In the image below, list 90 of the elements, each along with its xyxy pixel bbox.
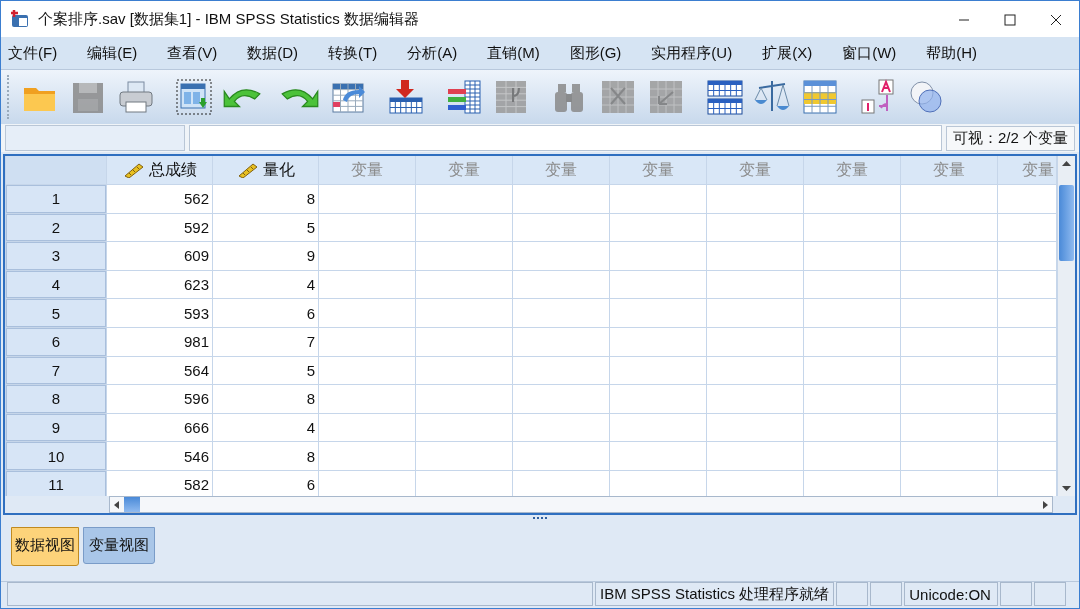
table-cell: 609 xyxy=(107,242,212,270)
table-cell: 5 xyxy=(213,356,318,385)
table-cell xyxy=(998,185,1056,213)
status-pane xyxy=(1000,582,1033,606)
view-tab[interactable]: 变量视图 xyxy=(83,527,155,564)
highlighted-table-icon xyxy=(801,78,839,116)
grid-cross-icon xyxy=(599,78,637,116)
table-cell: 5 xyxy=(213,213,318,242)
table-cell xyxy=(998,385,1056,413)
view-tab[interactable]: 数据视图 xyxy=(11,527,79,566)
visible-variables-count: 可视：2/2 个变量 xyxy=(945,125,1075,151)
two-tables-icon xyxy=(705,78,743,116)
row-number[interactable]: 10 xyxy=(6,442,106,470)
table-cell: 8 xyxy=(213,442,318,470)
table-cell: 592 xyxy=(107,213,212,242)
table-cell xyxy=(998,413,1056,442)
table-cell: 4 xyxy=(213,413,318,442)
menu-item[interactable]: 帮助(H) xyxy=(919,43,986,63)
menu-item[interactable]: 编辑(E) xyxy=(80,43,146,63)
cell-name-field[interactable] xyxy=(5,125,185,151)
table-cell: 593 xyxy=(107,299,212,327)
window-title: 个案排序.sav [数据集1] - IBM SPSS Statistics 数据编辑器 xyxy=(38,9,420,29)
status-pane xyxy=(870,582,903,606)
row-number[interactable]: 11 xyxy=(6,470,106,496)
menu-item[interactable]: 窗口(W) xyxy=(835,43,905,63)
menu-item[interactable]: 文件(F) xyxy=(1,43,66,63)
row-number[interactable]: 2 xyxy=(6,213,106,242)
overlapping-circles-icon xyxy=(907,78,945,116)
table-cell: 596 xyxy=(107,385,212,413)
menu-item[interactable]: 分析(A) xyxy=(400,43,466,63)
table-cell: 564 xyxy=(107,356,212,385)
menu-item[interactable]: 图形(G) xyxy=(562,43,630,63)
table-cell: 623 xyxy=(107,270,212,299)
table-cell xyxy=(998,242,1056,270)
row-number[interactable]: 6 xyxy=(6,327,106,356)
table-down-arrow-icon xyxy=(387,78,425,116)
column-header[interactable]: 总成绩 xyxy=(107,156,212,184)
table-cell xyxy=(998,356,1056,385)
horizontal-scrollbar[interactable] xyxy=(109,496,1053,513)
table-cell: 582 xyxy=(107,470,212,496)
table-cell: 546 xyxy=(107,442,212,470)
row-number[interactable]: 7 xyxy=(6,356,106,385)
unicode-status: Unicode:ON xyxy=(904,582,999,606)
scroll-thumb[interactable] xyxy=(124,497,140,512)
table-cell: 8 xyxy=(213,185,318,213)
menu-item[interactable]: 实用程序(U) xyxy=(644,43,741,63)
menu-item[interactable]: 直销(M) xyxy=(480,43,548,63)
table-bars-icon xyxy=(445,78,483,116)
ruler-icon xyxy=(236,162,259,178)
row-number[interactable]: 1 xyxy=(6,185,106,213)
table-cell xyxy=(998,213,1056,242)
status-pane xyxy=(836,582,869,606)
table-cell xyxy=(998,299,1056,327)
table-cell: 666 xyxy=(107,413,212,442)
row-number[interactable]: 4 xyxy=(6,270,106,299)
label-values-icon xyxy=(859,78,897,116)
row-number[interactable]: 3 xyxy=(6,242,106,270)
table-cell xyxy=(998,442,1056,470)
scroll-thumb[interactable] xyxy=(1059,185,1074,261)
table-cell: 4 xyxy=(213,270,318,299)
maximize-icon xyxy=(1004,13,1016,26)
status-pane xyxy=(1034,582,1067,606)
table-cell xyxy=(998,327,1056,356)
dialog-icon xyxy=(175,78,213,116)
row-number[interactable]: 8 xyxy=(6,385,106,413)
vertical-scrollbar[interactable] xyxy=(1057,156,1075,496)
redo-arrow-icon xyxy=(281,86,319,108)
table-cell: 8 xyxy=(213,385,318,413)
table-cell: 9 xyxy=(213,242,318,270)
status-message: IBM SPSS Statistics 处理程序就绪 xyxy=(595,582,835,606)
ruler-icon xyxy=(122,162,145,178)
table-cell xyxy=(998,470,1056,496)
table-cell xyxy=(998,270,1056,299)
app-icon xyxy=(10,9,30,29)
table-cell: 6 xyxy=(213,299,318,327)
column-header[interactable]: 量化 xyxy=(213,156,318,184)
row-number[interactable]: 9 xyxy=(6,413,106,442)
table-cell: 7 xyxy=(213,327,318,356)
undo-arrow-icon xyxy=(223,86,261,108)
row-number[interactable]: 5 xyxy=(6,299,106,327)
table-cell: 981 xyxy=(107,327,212,356)
menu-item[interactable]: 数据(D) xyxy=(240,43,306,63)
close-icon xyxy=(1050,13,1062,26)
cell-value-field[interactable] xyxy=(189,125,942,151)
menu-item[interactable]: 查看(V) xyxy=(160,43,226,63)
table-cell: 6 xyxy=(213,470,318,496)
menu-item[interactable]: 扩展(X) xyxy=(755,43,821,63)
menu-item[interactable]: 转换(T) xyxy=(321,43,386,63)
printer-icon xyxy=(117,78,155,116)
table-cell: 562 xyxy=(107,185,212,213)
